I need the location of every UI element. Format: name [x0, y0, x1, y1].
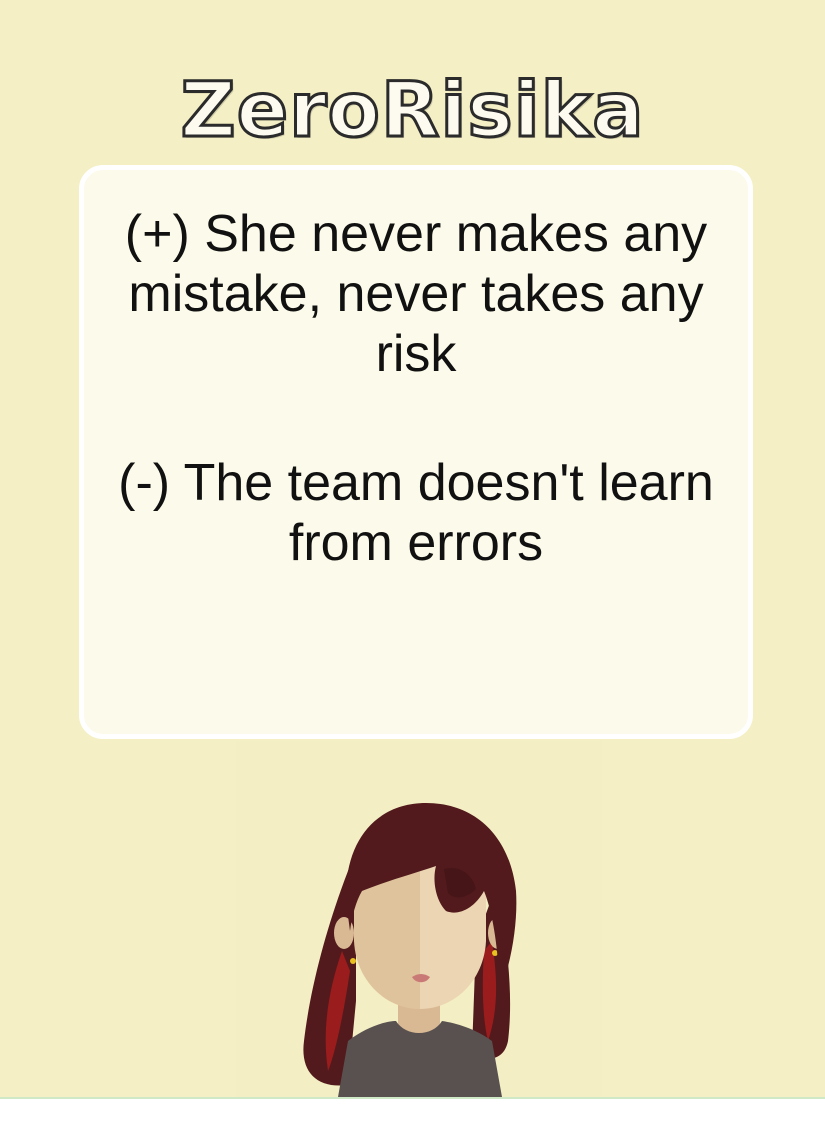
avatar	[236, 741, 602, 1097]
description-card: (+) She never makes any mistake, never t…	[79, 165, 753, 739]
page-title: ZeroRisika	[179, 65, 645, 154]
woman-avatar-icon	[303, 803, 517, 1097]
con-text: (-) The team doesn't learn from errors	[118, 454, 714, 572]
card-page: ZeroRisika (+) She never makes any mista…	[0, 0, 825, 1097]
bottom-divider	[0, 1097, 825, 1099]
pro-text: (+) She never makes any mistake, never t…	[124, 205, 708, 383]
